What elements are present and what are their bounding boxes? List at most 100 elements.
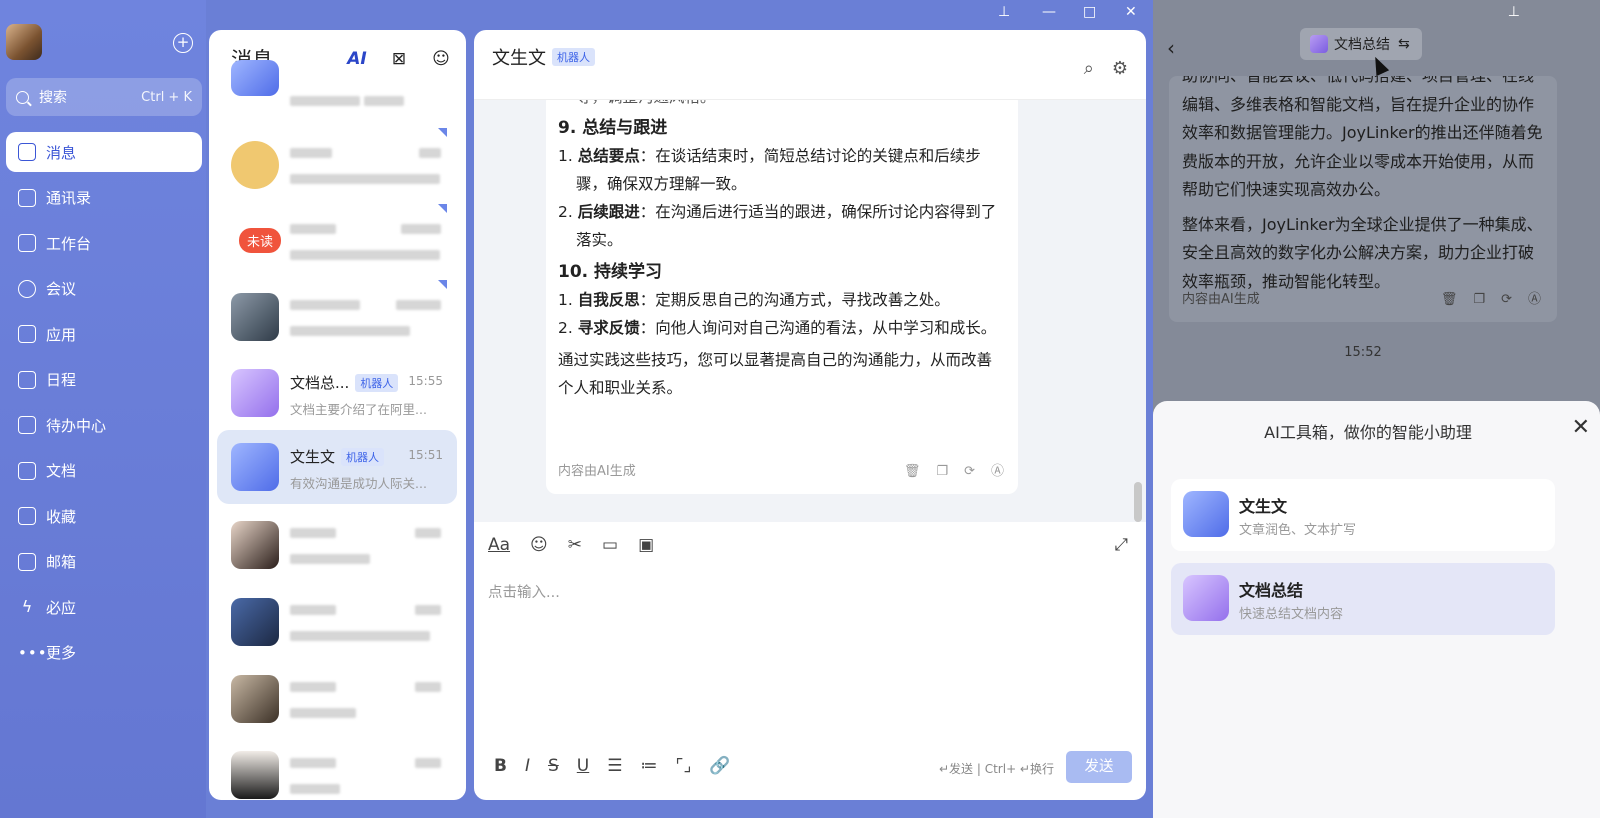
- section-heading: 10. 持续学习: [558, 262, 663, 282]
- avatar: [231, 60, 279, 96]
- list-item[interactable]: [217, 60, 457, 116]
- translate-icon[interactable]: Ⓐ: [991, 464, 1004, 480]
- list-item[interactable]: [217, 280, 457, 354]
- nav-item-messages[interactable]: 消息: [6, 132, 202, 172]
- message-actions: 🗑 ❐ ⟳ Ⓐ: [1441, 292, 1541, 308]
- add-icon[interactable]: +: [173, 33, 193, 53]
- apps-icon: [18, 325, 36, 343]
- chat-header: 文生文 机器人 ⌕ ⚙: [474, 30, 1146, 100]
- more-icon: •••: [18, 643, 48, 662]
- link-icon[interactable]: 🔗: [709, 756, 730, 776]
- scissors-icon[interactable]: ✂: [568, 535, 582, 565]
- ai-icon[interactable]: AI: [346, 49, 368, 69]
- chart-message-icon[interactable]: ⊠: [388, 49, 410, 69]
- italic-icon[interactable]: I: [525, 756, 530, 776]
- copy-icon[interactable]: ❐: [936, 464, 948, 480]
- mail-icon: [18, 552, 36, 571]
- send-button[interactable]: 发送: [1066, 751, 1132, 783]
- message-input[interactable]: 点击输入...: [488, 581, 560, 602]
- list-item[interactable]: [217, 738, 457, 800]
- doc-summary-switch[interactable]: 文档总结 ⇆: [1300, 28, 1422, 60]
- nav-item-contacts[interactable]: 通讯录: [6, 178, 202, 218]
- blurred-time: [415, 603, 441, 619]
- folder-icon[interactable]: ▭: [602, 535, 618, 565]
- nav-item-workbench[interactable]: 工作台: [6, 223, 202, 263]
- item-name-text: 文生文: [290, 448, 336, 466]
- emoji-icon[interactable]: ☺: [530, 535, 548, 565]
- close-icon[interactable]: ✕: [1572, 415, 1590, 440]
- minimize-icon[interactable]: —: [1042, 4, 1056, 20]
- blurred-time: [415, 680, 441, 696]
- bold-term: 自我反思: [577, 291, 640, 309]
- list-item[interactable]: [217, 508, 457, 582]
- image-icon[interactable]: ▣: [638, 535, 654, 565]
- chat-panel: 文生文机器人 ⌕ ⚙ 等，调整沟通风格。 9. 总结与跟进 1. 总结要点：在谈…: [474, 30, 1146, 800]
- favorite-icon: [18, 507, 36, 525]
- item-preview: 文档主要介绍了在阿里...: [290, 402, 427, 417]
- settings-icon[interactable]: ⚙: [1112, 58, 1128, 79]
- text-format-icon[interactable]: Aa: [488, 535, 510, 565]
- blurred-name: [290, 146, 332, 162]
- list-item[interactable]: 未读: [217, 204, 457, 278]
- maximize-icon[interactable]: □: [1083, 4, 1096, 20]
- blurred-time: [396, 298, 441, 314]
- list-item-text-gen[interactable]: 文生文 机器人 15:51 有效沟通是成功人际关...: [217, 430, 457, 504]
- nav-item-favorites[interactable]: 收藏: [6, 496, 202, 536]
- back-icon[interactable]: ‹: [1167, 36, 1175, 60]
- pin-panel-icon[interactable]: ⊥: [1508, 4, 1520, 20]
- expand-icon[interactable]: ⤢: [1114, 535, 1128, 565]
- scrollbar[interactable]: [1134, 482, 1142, 522]
- blurred-preview: [290, 94, 405, 110]
- ordered-list-icon[interactable]: ☰: [607, 756, 622, 776]
- bold-icon[interactable]: B: [494, 756, 507, 776]
- underline-icon[interactable]: U: [577, 756, 589, 776]
- blurred-preview: [290, 324, 410, 340]
- user-avatar[interactable]: [6, 24, 42, 60]
- pin-corner-icon: [438, 128, 447, 137]
- blurred-preview: [290, 248, 440, 264]
- pin-window-icon[interactable]: ⊥: [998, 4, 1010, 20]
- emoji-chat-icon[interactable]: ☺: [430, 49, 452, 69]
- regenerate-icon[interactable]: ⟳: [964, 464, 975, 480]
- nav-item-apps[interactable]: 应用: [6, 314, 202, 354]
- list-item[interactable]: [217, 662, 457, 736]
- chat-title-text: 文生文: [492, 48, 546, 69]
- send-hint: ↵发送 | Ctrl+ ↵换行: [938, 762, 1054, 776]
- close-window-icon[interactable]: ✕: [1125, 4, 1137, 20]
- code-icon[interactable]: ⌜⌟: [675, 756, 691, 776]
- list-item[interactable]: [217, 128, 457, 202]
- nav-item-more[interactable]: ••• 更多: [6, 633, 202, 673]
- tool-text-gen[interactable]: 文生文 文章润色、文本扩写: [1171, 479, 1555, 551]
- nav-item-label: 应用: [46, 325, 77, 344]
- blurred-name: [290, 680, 336, 696]
- item-time: 15:51: [408, 448, 443, 462]
- nav-item-docs[interactable]: 文档: [6, 451, 202, 491]
- list-item-doc-summary[interactable]: 文档总... 机器人 15:55 文档主要介绍了在阿里...: [217, 356, 457, 430]
- translate-icon[interactable]: Ⓐ: [1528, 292, 1541, 308]
- nav-item-meeting[interactable]: 会议: [6, 269, 202, 309]
- search-chat-icon[interactable]: ⌕: [1084, 58, 1094, 79]
- message-time: 15:52: [1344, 345, 1382, 360]
- tool-doc-summary[interactable]: 文档总结 快速总结文档内容: [1171, 563, 1555, 635]
- nav-item-todo[interactable]: 待办中心: [6, 405, 202, 445]
- section-heading: 9. 总结与跟进: [558, 118, 668, 138]
- regenerate-icon[interactable]: ⟳: [1501, 292, 1512, 308]
- nav-item-mail[interactable]: 邮箱: [6, 542, 202, 582]
- bot-tag: 机器人: [341, 447, 385, 466]
- item-time: 15:55: [408, 374, 443, 388]
- nav-item-label: 日程: [46, 371, 77, 389]
- search-icon: [16, 90, 29, 104]
- delete-icon[interactable]: 🗑: [1441, 292, 1458, 308]
- search-input[interactable]: 搜索 Ctrl + K: [6, 78, 202, 116]
- item-name-text: 文档总...: [290, 374, 350, 392]
- nav-item-biying[interactable]: ϟ 必应: [6, 587, 202, 627]
- list-item[interactable]: [217, 585, 457, 659]
- nav-item-calendar[interactable]: 日程: [6, 360, 202, 400]
- bullet-list-icon[interactable]: ≔: [640, 756, 657, 776]
- item-name: 文生文 机器人: [290, 446, 385, 467]
- strikethrough-icon[interactable]: S: [548, 756, 559, 776]
- bold-term: 总结要点: [577, 147, 640, 165]
- delete-icon[interactable]: 🗑: [904, 464, 921, 480]
- copy-icon[interactable]: ❐: [1473, 292, 1485, 308]
- avatar: [231, 751, 279, 799]
